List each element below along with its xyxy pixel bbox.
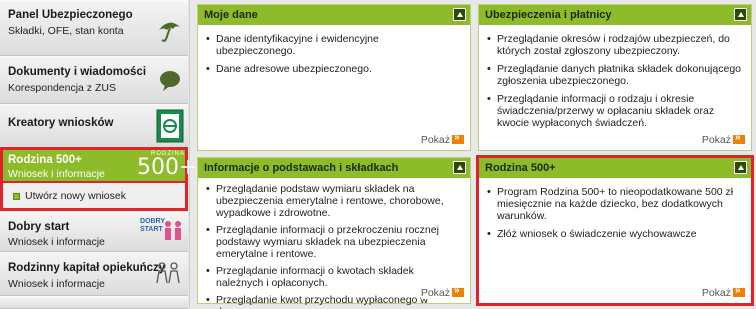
family-icon: [156, 262, 180, 284]
show-label: Pokaż: [420, 287, 450, 299]
list-item: Program Rodzina 500+ to nieopodatkowane …: [485, 186, 741, 222]
sidebar-item-title: Rodzinny kapitał opiekuńczy: [8, 262, 166, 274]
list-item: Złóż wniosek o świadczenie wychowawcze: [485, 228, 741, 240]
umbrella-icon: [159, 22, 180, 42]
list-item: Dane adresowe ubezpieczonego.: [204, 63, 460, 75]
logo-text-line-2: START: [140, 226, 163, 233]
list-item: Przeglądanie podstaw wymiaru składek na …: [204, 183, 460, 219]
sidebar-item-dobry-start[interactable]: Dobry start Wniosek i informacje DOBRY S…: [0, 212, 188, 252]
show-label: Pokaż: [701, 134, 731, 146]
sidebar-item-more[interactable]: [0, 296, 188, 309]
panel-moje-dane: Moje dane Dane identyfikacyjne i ewidenc…: [197, 4, 471, 151]
panel-title: Ubezpieczenia i płatnicy: [485, 9, 612, 21]
collapse-icon[interactable]: [734, 161, 747, 174]
panel-list: Program Rodzina 500+ to nieopodatkowane …: [485, 186, 741, 246]
sidebar-item-kreatory-wnioskow[interactable]: Kreatory wniosków: [0, 104, 188, 148]
panel-header: Ubezpieczenia i płatnicy: [479, 5, 751, 25]
show-link[interactable]: Pokaż: [420, 285, 464, 299]
show-link[interactable]: Pokaż: [701, 285, 745, 299]
sidebar-sublink-new-application[interactable]: Utwórz nowy wniosek: [0, 183, 188, 211]
sidebar-item-title: Dobry start: [8, 221, 70, 233]
sidebar-item-rodzina-500[interactable]: Rodzina 500+ Wniosek i informacje RODZIN…: [0, 147, 197, 184]
list-item: Dane identyfikacyjne i ewidencyjne ubezp…: [204, 33, 460, 57]
logo-500-text: 500+: [137, 155, 198, 180]
collapse-icon[interactable]: [734, 8, 747, 21]
chat-bubble-icon: [160, 71, 180, 91]
sidebar-item-panel-ubezpieczonego[interactable]: Panel Ubezpieczonego Składki, OFE, stan …: [0, 0, 188, 56]
bullet-icon: [13, 193, 20, 200]
list-item: Przeglądanie informacji o kwotach składe…: [204, 265, 460, 289]
panel-header: Moje dane: [198, 5, 470, 25]
sidebar-item-subtitle: Wniosek i informacje: [8, 278, 105, 290]
sublink-label: Utwórz nowy wniosek: [25, 190, 126, 202]
sidebar-item-title: Dokumenty i wiadomości: [8, 66, 147, 78]
panel-list: Dane identyfikacyjne i ewidencyjne ubezp…: [204, 33, 460, 81]
arrow-right-icon: [452, 285, 464, 297]
sidebar-item-rodzinny-kapital[interactable]: Rodzinny kapitał opiekuńczy Wniosek i in…: [0, 252, 188, 296]
panel-title: Moje dane: [204, 9, 258, 21]
sidebar-item-title: Rodzina 500+: [8, 154, 82, 166]
collapse-icon[interactable]: [453, 8, 466, 21]
show-link[interactable]: Pokaż: [420, 132, 464, 146]
panel-title: Informacje o podstawach i składkach: [204, 162, 399, 174]
show-label: Pokaż: [420, 134, 450, 146]
panel-list: Przeglądanie okresów i rodzajów ubezpiec…: [485, 33, 741, 135]
dobry-start-logo: DOBRY START: [138, 217, 184, 249]
sidebar-item-subtitle: Korespondencja z ZUS: [8, 82, 116, 94]
arrow-right-icon: [733, 132, 745, 144]
list-item: Przeglądanie okresów i rodzajów ubezpiec…: [485, 33, 741, 57]
sidebar-item-subtitle: Wniosek i informacje: [8, 168, 105, 180]
list-item: Przeglądanie danych płatnika składek dok…: [485, 63, 741, 87]
sidebar-item-title: Kreatory wniosków: [8, 117, 114, 129]
list-item: Przeglądanie informacji o przekroczeniu …: [204, 224, 460, 260]
list-item: Przeglądanie informacji o rodzaju i okre…: [485, 93, 741, 129]
sidebar: Panel Ubezpieczonego Składki, OFE, stan …: [0, 0, 197, 309]
arrow-right-icon: [733, 285, 745, 297]
panel-ubezpieczenia: Ubezpieczenia i płatnicy Przeglądanie ok…: [478, 4, 752, 151]
sidebar-item-subtitle: Wniosek i informacje: [8, 236, 105, 248]
show-link[interactable]: Pokaż: [701, 132, 745, 146]
document-wizard-icon: [156, 109, 184, 143]
panel-header: Rodzina 500+: [479, 158, 751, 178]
rodzina-500-logo: RODZINA 500+: [135, 151, 197, 181]
panel-informacje-o-skladkach: Informacje o podstawach i składkach Prze…: [197, 157, 471, 309]
show-label: Pokaż: [701, 287, 731, 299]
sidebar-item-dokumenty[interactable]: Dokumenty i wiadomości Korespondencja z …: [0, 56, 188, 104]
panel-header: Informacje o podstawach i składkach: [198, 158, 470, 178]
panel-rodzina-500: Rodzina 500+ Program Rodzina 500+ to nie…: [476, 155, 754, 306]
panel-title: Rodzina 500+: [485, 162, 556, 174]
sidebar-item-title: Panel Ubezpieczonego: [8, 9, 133, 21]
arrow-right-icon: [452, 132, 464, 144]
sidebar-item-subtitle: Składki, OFE, stan konta: [8, 25, 124, 37]
collapse-icon[interactable]: [453, 161, 466, 174]
